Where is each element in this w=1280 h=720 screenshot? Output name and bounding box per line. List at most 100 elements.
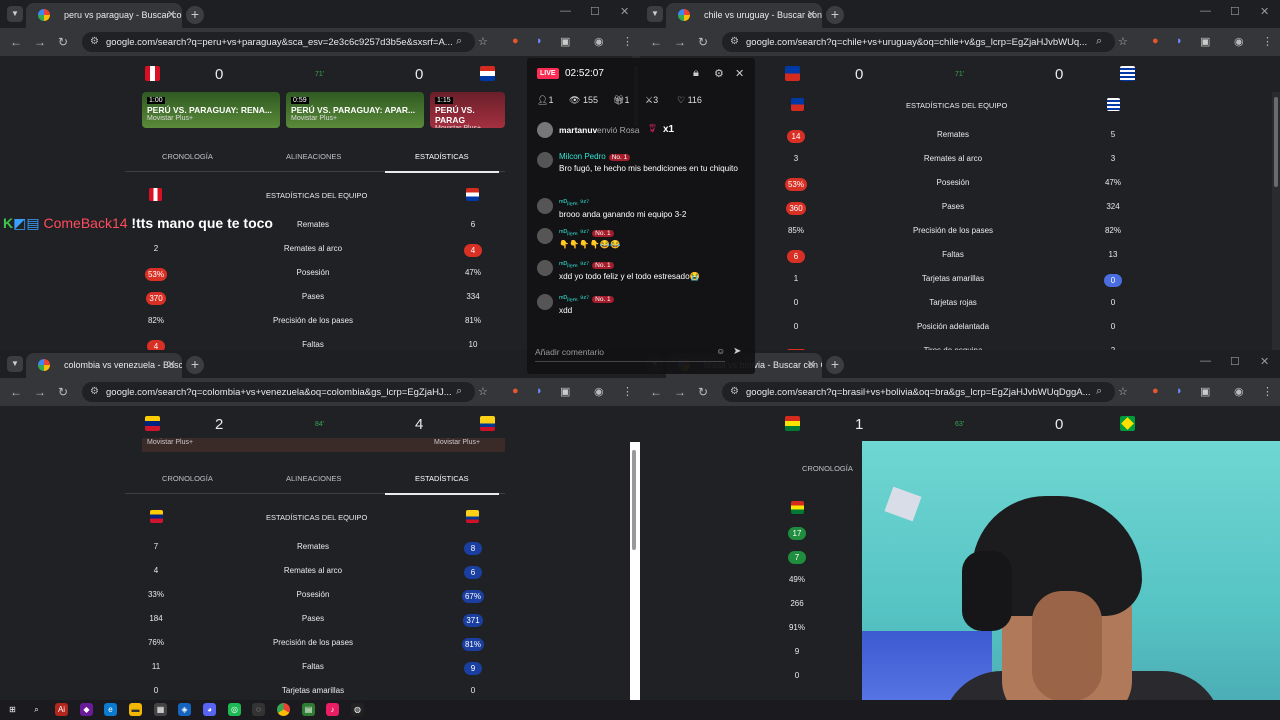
new-tab-button[interactable]: + — [186, 6, 204, 24]
address-bar[interactable]: ⚙ google.com/search?q=chile+vs+uruguay&oq… — [722, 32, 1115, 52]
star-icon[interactable]: ☆ — [1118, 385, 1128, 398]
tab-estadisticas[interactable]: ESTADÍSTICAS — [385, 152, 499, 173]
close-icon[interactable]: ✕ — [735, 67, 744, 80]
site-info-icon[interactable]: ⚙ — [730, 36, 739, 47]
profile-icon[interactable]: ◉ — [1234, 35, 1244, 48]
tab-alineaciones[interactable]: ALINEACIONES — [286, 474, 341, 483]
forward-icon[interactable]: → — [34, 385, 46, 399]
forward-icon[interactable]: → — [674, 385, 686, 399]
chat-username[interactable]: ᵐᴰᵢₗₑₘ ⁹ᶻ⁷ No. 1 — [559, 228, 614, 237]
tab-cronologia[interactable]: CRONOLOGÍA — [802, 464, 853, 473]
forward-icon[interactable]: → — [674, 35, 686, 49]
video-card[interactable]: 1:00 PERÚ VS. PARAGUAY: RENA... Movistar P… — [142, 92, 280, 128]
maximize-icon[interactable]: ☐ — [1230, 355, 1240, 368]
tab-search-icon[interactable]: ▼ — [647, 6, 663, 22]
extension-icon[interactable]: ● — [1152, 385, 1159, 397]
minimize-icon[interactable]: — — [1200, 355, 1211, 367]
profile-icon[interactable]: ◉ — [594, 385, 604, 398]
zoom-icon[interactable]: ⌕ — [1096, 385, 1102, 398]
tab-peru-paraguay[interactable]: peru vs paraguay - Buscar con G✕ — [26, 3, 182, 28]
video-card[interactable]: 1:15PERÚ VS. PARAGMovistar Plus+ — [430, 92, 505, 128]
scrollbar[interactable] — [630, 442, 640, 700]
windows-start-icon[interactable]: ⊞ — [6, 703, 19, 716]
new-tab-button[interactable]: + — [186, 356, 204, 374]
tiktok-icon[interactable]: ♪ — [326, 703, 339, 716]
zoom-icon[interactable]: ⌕ — [456, 35, 462, 48]
tab-alineaciones[interactable]: ALINEACIONES — [286, 152, 341, 161]
address-bar[interactable]: ⚙ google.com/search?q=brasil+vs+bolivia&o… — [722, 382, 1115, 402]
star-icon[interactable]: ☆ — [478, 35, 488, 48]
profile-icon[interactable]: ◉ — [1234, 385, 1244, 398]
new-tab-button[interactable]: + — [826, 356, 844, 374]
app-icon[interactable]: ◈ — [178, 703, 191, 716]
profile-icon[interactable]: ◉ — [594, 35, 604, 48]
maximize-icon[interactable]: ☐ — [590, 5, 600, 18]
back-icon[interactable]: ← — [650, 35, 662, 49]
app-icon[interactable]: Ai — [55, 703, 68, 716]
extension-icon[interactable]: ◗ — [536, 385, 543, 397]
extension-icon[interactable]: ● — [512, 385, 519, 397]
close-tab-icon[interactable]: ✕ — [807, 358, 816, 371]
chat-username[interactable]: ᵐᴰᵢₗₑₘ ⁹ᶻ⁷ No. 1 — [559, 260, 614, 269]
zoom-icon[interactable]: ⌕ — [1096, 35, 1102, 48]
back-icon[interactable]: ← — [10, 35, 22, 49]
maximize-icon[interactable]: ☐ — [1230, 5, 1240, 18]
tab-search-icon[interactable]: ▼ — [7, 356, 23, 372]
site-info-icon[interactable]: ⚙ — [90, 386, 99, 397]
menu-icon[interactable]: ⋮ — [1262, 35, 1273, 48]
close-tab-icon[interactable]: ✕ — [167, 8, 176, 21]
menu-icon[interactable]: ⋮ — [1262, 385, 1273, 398]
tab-search-icon[interactable]: ▼ — [7, 6, 23, 22]
edge-icon[interactable]: e — [104, 703, 117, 716]
chat-username[interactable]: ᵐᴰᵢₗₑₘ ⁹ᶻ⁷ — [559, 198, 589, 207]
app-icon[interactable]: ▤ — [302, 703, 315, 716]
address-bar[interactable]: ⚙ google.com/search?q=colombia+vs+venezue… — [82, 382, 475, 402]
reload-icon[interactable]: ↻ — [698, 385, 708, 399]
comment-input[interactable]: Añadir comentario ☺ — [535, 344, 725, 362]
extension-icon[interactable]: ● — [1152, 35, 1159, 47]
chrome-icon[interactable] — [277, 703, 290, 716]
new-tab-button[interactable]: + — [826, 6, 844, 24]
site-info-icon[interactable]: ⚙ — [730, 386, 739, 397]
extension-icon[interactable]: ● — [512, 35, 519, 47]
zoom-icon[interactable]: ⌕ — [456, 385, 462, 398]
emoji-icon[interactable]: ☺ — [716, 346, 725, 356]
tab-colombia-venezuela[interactable]: colombia vs venezuela - Buscar ✕ — [26, 353, 182, 378]
puzzle-icon[interactable]: ▣ — [1200, 35, 1210, 48]
address-bar[interactable]: ⚙ google.com/search?q=peru+vs+paraguay&sc… — [82, 32, 475, 52]
close-tab-icon[interactable]: ✕ — [167, 358, 176, 371]
reload-icon[interactable]: ↻ — [698, 35, 708, 49]
close-window-icon[interactable]: ✕ — [620, 5, 629, 18]
star-icon[interactable]: ☆ — [478, 385, 488, 398]
puzzle-icon[interactable]: ▣ — [560, 385, 570, 398]
obs-icon[interactable]: ◍ — [351, 703, 364, 716]
tab-estadisticas[interactable]: ESTADÍSTICAS — [385, 474, 499, 495]
chat-username[interactable]: ᵐᴰᵢₗₑₘ ⁹ᶻ⁷ No. 1 — [559, 294, 614, 303]
spotify-icon[interactable]: ◎ — [228, 703, 241, 716]
scrollbar[interactable] — [1272, 92, 1280, 350]
reload-icon[interactable]: ↻ — [58, 35, 68, 49]
close-window-icon[interactable]: ✕ — [1260, 355, 1269, 368]
chat-username[interactable]: Milcon Pedro No. 1 — [559, 152, 631, 161]
tab-cronologia[interactable]: CRONOLOGÍA — [162, 152, 213, 161]
close-tab-icon[interactable]: ✕ — [807, 8, 816, 21]
site-info-icon[interactable]: ⚙ — [90, 36, 99, 47]
settings-icon[interactable]: ⚙ — [714, 67, 724, 80]
back-icon[interactable]: ← — [10, 385, 22, 399]
back-icon[interactable]: ← — [650, 385, 662, 399]
extension-icon[interactable]: ◗ — [536, 35, 543, 47]
forward-icon[interactable]: → — [34, 35, 46, 49]
send-icon[interactable]: ➤ — [733, 346, 741, 357]
store-icon[interactable]: ▦ — [154, 703, 167, 716]
app-icon[interactable]: ◌ — [252, 703, 265, 716]
menu-icon[interactable]: ⋮ — [622, 35, 633, 48]
tab-cronologia[interactable]: CRONOLOGÍA — [162, 474, 213, 483]
extension-icon[interactable]: ◗ — [1176, 385, 1183, 397]
video-card[interactable]: 0:59 PERÚ VS. PARAGUAY: APAR... Movistar P… — [286, 92, 424, 128]
lock-icon[interactable]: 🔒︎ — [693, 67, 699, 80]
extension-icon[interactable]: ◗ — [1176, 35, 1183, 47]
star-icon[interactable]: ☆ — [1118, 35, 1128, 48]
app-icon[interactable]: ◆ — [80, 703, 93, 716]
reload-icon[interactable]: ↻ — [58, 385, 68, 399]
close-window-icon[interactable]: ✕ — [1260, 5, 1269, 18]
